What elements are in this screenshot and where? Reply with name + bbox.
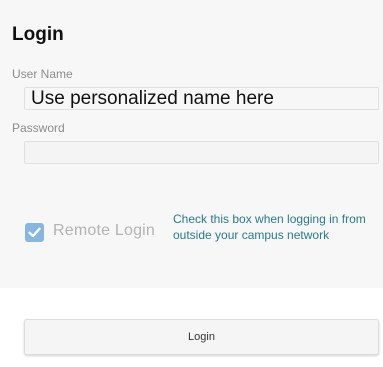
login-title: Login — [12, 24, 64, 45]
username-label: User Name — [12, 67, 73, 81]
login-panel: Login User Name Password Remote Login Ch… — [0, 0, 383, 288]
remote-login-hint: Check this box when logging in from outs… — [173, 212, 366, 242]
remote-login-checkbox[interactable] — [25, 223, 44, 242]
username-input[interactable] — [24, 87, 379, 110]
password-input[interactable] — [24, 141, 379, 164]
checkmark-icon — [28, 227, 41, 238]
remote-login-label[interactable]: Remote Login — [53, 222, 155, 240]
login-button[interactable]: Login — [24, 319, 379, 355]
password-label: Password — [12, 121, 65, 135]
